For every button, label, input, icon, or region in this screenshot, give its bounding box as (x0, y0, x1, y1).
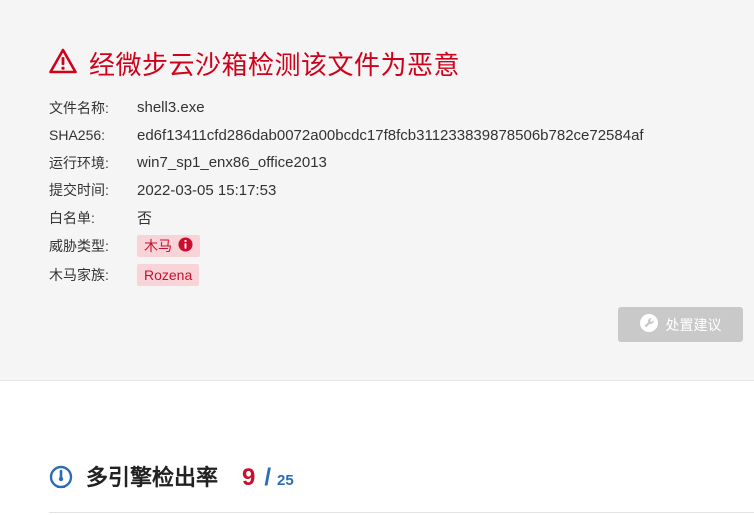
submit-time-value: 2022-03-05 15:17:53 (137, 181, 277, 199)
sha256-value: ed6f13411cfd286dab0072a00bcdc17f8fcb3112… (137, 126, 644, 144)
submit-time-label: 提交时间: (49, 182, 109, 199)
family-tag[interactable]: Rozena (137, 264, 200, 286)
family-value: Rozena (144, 267, 193, 283)
info-row-sha256: SHA256: ed6f13411cfd286dab0072a00bcdc17f… (49, 122, 644, 150)
report-summary-panel: 经微步云沙箱检测该文件为恶意 文件名称: shell3.exe SHA256: … (0, 0, 754, 381)
engine-detection-header: 多引擎检出率 9 / 25 (49, 460, 294, 492)
advice-button[interactable]: 处置建议 (618, 307, 743, 342)
environment-label: 运行环境: (49, 154, 109, 171)
info-row-family: 木马家族: Rozena (49, 261, 644, 290)
info-icon[interactable] (178, 237, 193, 255)
sha256-label: SHA256: (49, 127, 106, 144)
engine-detected-count: 9 (242, 464, 256, 491)
info-row-environment: 运行环境: win7_sp1_enx86_office2013 (49, 149, 644, 177)
family-label: 木马家族: (49, 267, 109, 283)
engine-detection-title: 多引擎检出率 (86, 465, 219, 490)
verdict-header: 经微步云沙箱检测该文件为恶意 (49, 46, 460, 80)
threat-type-tag: 木马 (137, 235, 200, 257)
whitelist-label: 白名单: (49, 209, 95, 226)
info-row-threat-type: 威胁类型: 木马 (49, 232, 644, 261)
engine-count-separator: / (264, 464, 272, 491)
verdict-title: 经微步云沙箱检测该文件为恶意 (89, 49, 461, 80)
threat-type-value: 木马 (144, 238, 172, 254)
wrench-icon (639, 314, 658, 335)
threat-type-label: 威胁类型: (49, 238, 109, 254)
gauge-icon (49, 465, 73, 494)
file-name-label: 文件名称: (49, 99, 109, 116)
warning-icon (49, 48, 77, 79)
file-name-value: shell3.exe (137, 99, 205, 117)
advice-button-label: 处置建议 (665, 316, 722, 333)
info-row-submit-time: 提交时间: 2022-03-05 15:17:53 (49, 177, 644, 205)
whitelist-value: 否 (137, 210, 153, 228)
section-divider (49, 512, 754, 513)
environment-value: win7_sp1_enx86_office2013 (137, 154, 327, 172)
info-row-file-name: 文件名称: shell3.exe (49, 94, 644, 122)
file-info-list: 文件名称: shell3.exe SHA256: ed6f13411cfd286… (49, 94, 644, 290)
info-row-whitelist: 白名单: 否 (49, 204, 644, 232)
engine-total-count: 25 (277, 472, 294, 489)
